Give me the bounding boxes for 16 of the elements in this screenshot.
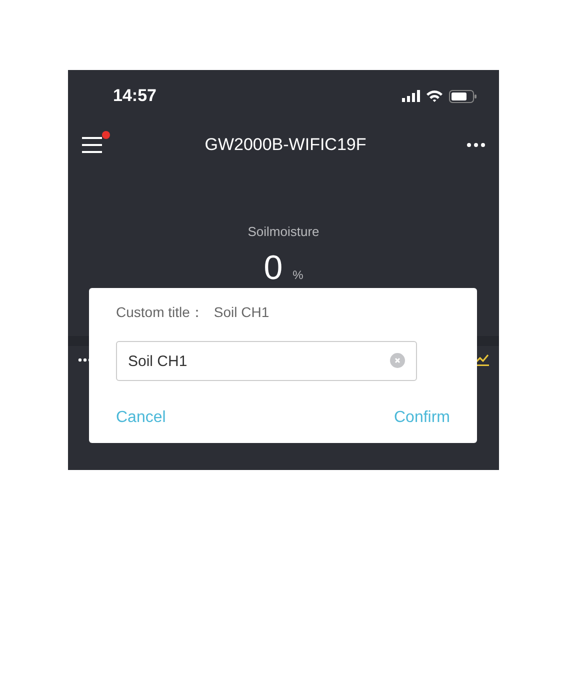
cancel-button[interactable]: Cancel: [116, 409, 166, 427]
signal-icon: [402, 90, 420, 102]
dialog-title: Custom title：: [116, 304, 204, 322]
wifi-icon: [426, 90, 443, 102]
current-title: Soil CH1: [214, 304, 270, 322]
sensor-value: 0: [264, 249, 283, 288]
battery-icon: [449, 90, 477, 102]
status-time: 14:57: [113, 86, 156, 106]
title-input-field[interactable]: Soil CH1: [116, 341, 417, 381]
menu-icon[interactable]: [82, 136, 104, 154]
sensor-unit: %: [292, 268, 304, 282]
chart-icon[interactable]: [475, 354, 489, 366]
sensor-label: Soilmoisture: [248, 224, 320, 239]
device-title: GW2000B-WIFIC19F: [204, 135, 366, 155]
more-icon[interactable]: [466, 143, 485, 147]
confirm-button[interactable]: Confirm: [394, 409, 450, 427]
